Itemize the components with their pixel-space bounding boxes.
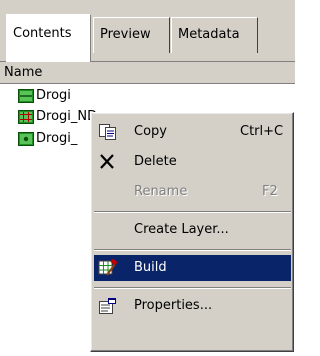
menu-item-rename[interactable]: Rename F2: [94, 179, 291, 205]
menu-separator: [94, 287, 291, 289]
menu-item-build[interactable]: Build: [94, 255, 291, 281]
list-item-label: Drogi_ND: [36, 109, 98, 124]
menu-item-label: Copy: [134, 124, 167, 139]
catalog-window: Contents Preview Metadata Name Drogi Dro…: [0, 0, 295, 356]
menu-item-create-layer[interactable]: Create Layer...: [94, 217, 291, 243]
list-item-drogi[interactable]: Drogi: [0, 85, 295, 107]
menu-item-delete[interactable]: Delete: [94, 149, 291, 175]
properties-icon: [99, 298, 116, 314]
menu-item-label: Properties...: [134, 298, 213, 313]
context-menu: Copy Ctrl+C Delete Rename F2 Create Laye…: [90, 112, 294, 352]
network-dataset-icon: [18, 110, 34, 124]
junctions-featureclass-icon: [18, 132, 34, 146]
menu-separator: [94, 249, 291, 251]
tab-contents[interactable]: Contents: [6, 14, 91, 62]
tab-metadata[interactable]: Metadata: [171, 17, 258, 53]
menu-item-label: Build: [134, 260, 167, 275]
tab-strip: Contents Preview Metadata: [0, 0, 295, 62]
menu-item-copy[interactable]: Copy Ctrl+C: [94, 119, 291, 145]
menu-item-label: Create Layer...: [134, 222, 229, 237]
build-icon: [98, 259, 118, 276]
menu-item-properties[interactable]: Properties...: [94, 293, 291, 319]
list-item-label: Drogi: [36, 88, 71, 103]
menu-item-shortcut: Ctrl+C: [240, 124, 284, 139]
line-featureclass-icon: [18, 89, 34, 103]
menu-separator: [94, 211, 291, 213]
delete-x-icon: [100, 154, 114, 169]
copy-icon: [99, 124, 116, 140]
column-header-name[interactable]: Name: [0, 62, 295, 84]
menu-item-label: Delete: [134, 154, 177, 169]
tab-preview[interactable]: Preview: [93, 17, 170, 53]
menu-item-shortcut: F2: [262, 184, 278, 199]
list-item-label: Drogi_: [36, 131, 78, 146]
menu-item-label: Rename: [134, 184, 188, 199]
